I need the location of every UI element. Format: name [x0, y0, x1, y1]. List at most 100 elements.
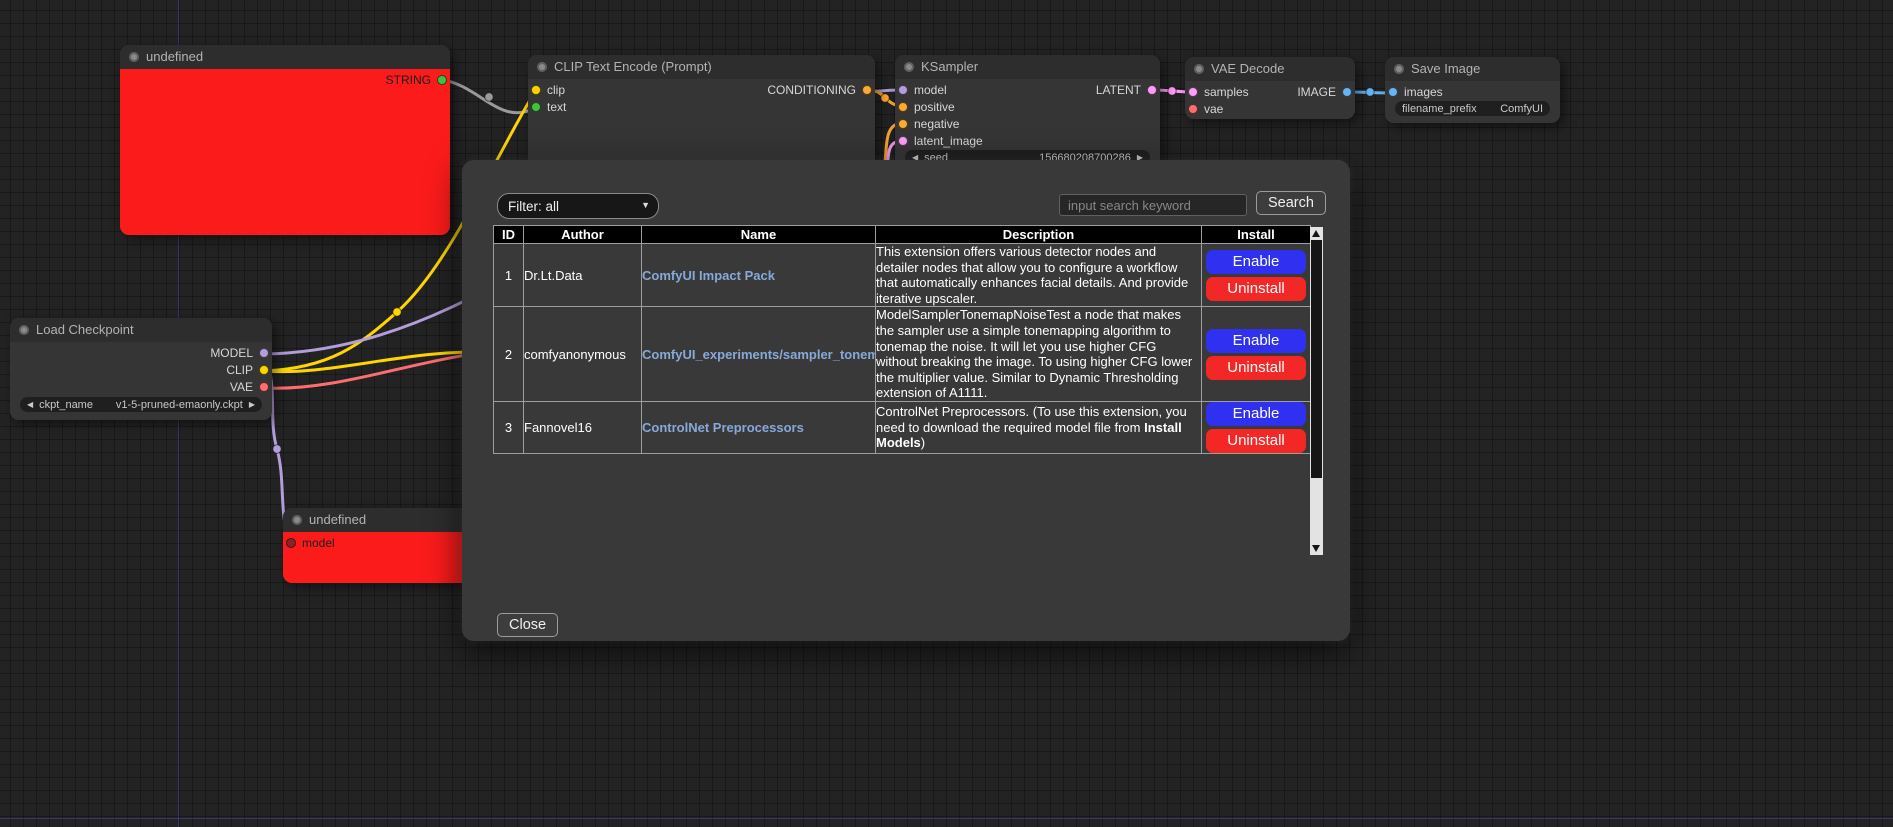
widget-value: ComfyUI — [1500, 103, 1543, 115]
node-title-bar[interactable]: undefined — [120, 45, 450, 69]
widget-ckpt_name[interactable]: ◀ckpt_namev1-5-pruned-emaonly.ckpt▶ — [20, 397, 262, 412]
node-title: VAE Decode — [1211, 61, 1284, 76]
output-slot-conditioning[interactable]: CONDITIONING — [528, 82, 875, 98]
cell-name: ComfyUI_experiments/sampler_tonemap — [642, 307, 876, 402]
node-collapse-dot-icon[interactable] — [1194, 64, 1204, 74]
slot-dot-icon[interactable] — [259, 382, 269, 392]
node-save-image[interactable]: Save Image images filename_prefix ComfyUI — [1385, 57, 1560, 123]
node-title-bar[interactable]: Save Image — [1385, 57, 1560, 81]
slot-label: CONDITIONING — [767, 83, 856, 97]
cell-id: 3 — [494, 401, 524, 453]
slot-dot-icon[interactable] — [1147, 85, 1157, 95]
column-header-author: Author — [524, 226, 642, 244]
widget-value: v1-5-pruned-emaonly.ckpt — [116, 399, 243, 411]
slot-dot-icon[interactable] — [1188, 104, 1198, 114]
node-title-bar[interactable]: VAE Decode — [1185, 57, 1355, 81]
slot-label: CLIP — [226, 363, 253, 377]
output-slot-latent[interactable]: LATENT — [895, 82, 1160, 98]
scrollbar-thumb[interactable] — [1311, 240, 1322, 478]
table-header-row: IDAuthorNameDescriptionInstall — [494, 226, 1311, 244]
extension-row: 1Dr.Lt.DataComfyUI Impact PackThis exten… — [494, 244, 1311, 307]
node-title-bar[interactable]: CLIP Text Encode (Prompt) — [528, 55, 875, 79]
input-slot-text[interactable]: text — [528, 99, 875, 115]
cell-author: Dr.Lt.Data — [524, 244, 642, 307]
node-title: undefined — [309, 512, 366, 527]
node-collapse-dot-icon[interactable] — [904, 62, 914, 72]
slot-dot-icon[interactable] — [1388, 87, 1398, 97]
node-title: CLIP Text Encode (Prompt) — [554, 59, 712, 74]
input-slot-images[interactable]: images — [1385, 84, 1560, 100]
output-slot-vae[interactable]: VAE — [10, 379, 272, 395]
cell-install: Enable Uninstall — [1202, 307, 1311, 402]
cell-author: Fannovel16 — [524, 401, 642, 453]
slot-label: IMAGE — [1297, 85, 1336, 99]
slot-dot-icon[interactable] — [898, 136, 908, 146]
filter-select[interactable]: Filter: all — [497, 193, 659, 219]
output-slot-model[interactable]: MODEL — [10, 345, 272, 361]
slot-dot-icon[interactable] — [531, 102, 541, 112]
node-collapse-dot-icon[interactable] — [129, 52, 139, 62]
slot-dot-icon[interactable] — [1342, 87, 1352, 97]
search-input[interactable] — [1059, 194, 1247, 216]
input-slot-positive[interactable]: positive — [895, 99, 1160, 115]
slot-dot-icon[interactable] — [259, 348, 269, 358]
cell-id: 2 — [494, 307, 524, 402]
enable-button[interactable]: Enable — [1206, 329, 1306, 353]
output-slot-image[interactable]: IMAGE — [1185, 84, 1355, 100]
slot-dot-icon[interactable] — [437, 75, 447, 85]
slot-dot-icon[interactable] — [898, 119, 908, 129]
node-title-bar[interactable]: KSampler — [895, 55, 1160, 79]
slot-dot-icon[interactable] — [862, 85, 872, 95]
install-button-stack: Enable Uninstall — [1202, 402, 1310, 453]
widget-name: filename_prefix — [1402, 103, 1477, 115]
node-undefined-top[interactable]: undefined STRING — [120, 45, 450, 235]
node-title-bar[interactable]: Load Checkpoint — [10, 318, 272, 342]
slot-label: text — [547, 100, 566, 114]
slot-dot-icon[interactable] — [259, 365, 269, 375]
uninstall-button[interactable]: Uninstall — [1206, 277, 1306, 301]
extension-link[interactable]: ControlNet Preprocessors — [642, 420, 804, 435]
node-collapse-dot-icon[interactable] — [19, 325, 29, 335]
node-ksampler[interactable]: KSamplermodelpositivenegativelatent_imag… — [895, 55, 1160, 170]
cell-install: Enable Uninstall — [1202, 401, 1311, 453]
cell-description: ControlNet Preprocessors. (To use this e… — [876, 401, 1202, 453]
enable-button[interactable]: Enable — [1206, 402, 1306, 426]
cell-description: This extension offers various detector n… — [876, 244, 1202, 307]
output-slot-clip[interactable]: CLIP — [10, 362, 272, 378]
uninstall-button[interactable]: Uninstall — [1206, 429, 1306, 453]
extensions-table: IDAuthorNameDescriptionInstall 1Dr.Lt.Da… — [493, 225, 1311, 454]
widget-filename_prefix[interactable]: filename_prefix ComfyUI — [1395, 101, 1550, 116]
column-header-description: Description — [876, 226, 1202, 244]
extension-link[interactable]: ComfyUI_experiments/sampler_tonemap — [642, 347, 876, 362]
slot-dot-icon[interactable] — [898, 102, 908, 112]
node-load-checkpoint[interactable]: Load CheckpointMODELCLIPVAE◀ckpt_namev1-… — [10, 318, 272, 420]
node-vae-decode[interactable]: VAE DecodesamplesvaeIMAGE — [1185, 57, 1355, 119]
input-slot-latent_image[interactable]: latent_image — [895, 133, 1160, 149]
close-button[interactable]: Close — [497, 613, 558, 637]
search-button[interactable]: Search — [1256, 191, 1326, 215]
widget-decrement-icon[interactable]: ◀ — [27, 397, 33, 412]
input-slot-negative[interactable]: negative — [895, 116, 1160, 132]
slot-label: images — [1404, 85, 1443, 99]
node-collapse-dot-icon[interactable] — [292, 515, 302, 525]
widget-increment-icon[interactable]: ▶ — [249, 397, 255, 412]
input-slot-vae[interactable]: vae — [1185, 101, 1355, 117]
enable-button[interactable]: Enable — [1206, 250, 1306, 274]
node-collapse-dot-icon[interactable] — [1394, 64, 1404, 74]
extension-link[interactable]: ComfyUI Impact Pack — [642, 268, 775, 283]
scrollbar-down-arrow-icon[interactable] — [1312, 545, 1320, 552]
scrollbar-up-arrow-icon[interactable] — [1312, 230, 1320, 237]
uninstall-button[interactable]: Uninstall — [1206, 356, 1306, 380]
node-title: Load Checkpoint — [36, 322, 134, 337]
filter-select-wrap: Filter: all ▼ — [497, 193, 659, 219]
slot-label: LATENT — [1096, 83, 1141, 97]
node-title: Save Image — [1411, 61, 1480, 76]
custom-nodes-manager-dialog: Filter: all ▼ Search IDAuthorNameDescrip… — [462, 160, 1350, 641]
table-scrollbar[interactable] — [1310, 227, 1323, 555]
output-slot-string[interactable]: STRING — [120, 72, 450, 88]
extension-row: 3Fannovel16ControlNet Preprocessors Contr… — [494, 401, 1311, 453]
slot-label: MODEL — [210, 346, 253, 360]
slot-dot-icon[interactable] — [286, 538, 296, 548]
node-collapse-dot-icon[interactable] — [537, 62, 547, 72]
node-body — [120, 69, 450, 235]
